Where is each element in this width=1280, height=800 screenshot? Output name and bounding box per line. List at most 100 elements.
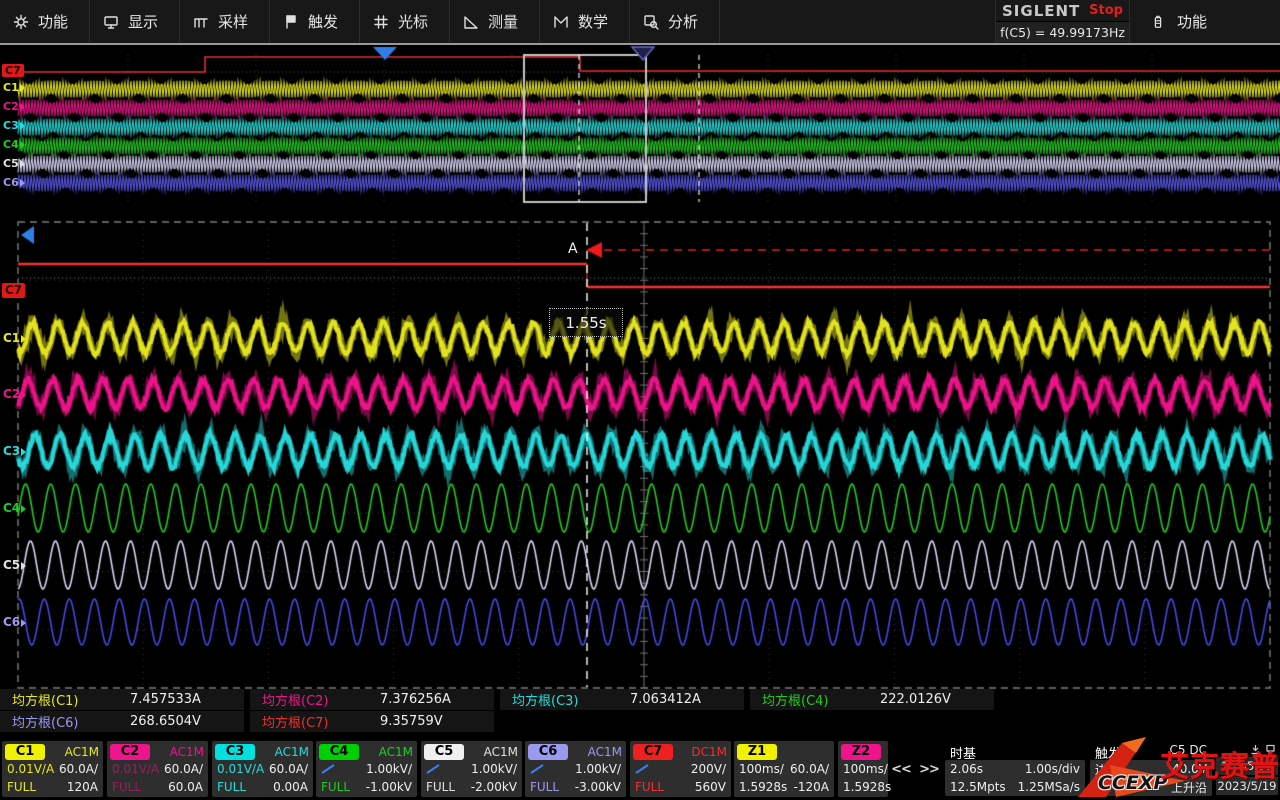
menu-utility[interactable]: 功能: [0, 0, 90, 43]
main-label-c6[interactable]: C6: [3, 615, 26, 630]
measurement-rms-c7[interactable]: 均方根(C7) 9.35759V: [250, 711, 494, 732]
menu-math[interactable]: 数学: [540, 0, 630, 43]
menu-trigger[interactable]: 触发: [270, 0, 360, 43]
coupling-label: AC1M: [275, 745, 309, 759]
offset-arrow-icon: [20, 179, 25, 187]
zoom-offset: -120A: [794, 780, 829, 794]
offset-arrow-icon: [20, 84, 25, 92]
channel-status-c5[interactable]: C5AC1M 1.00kV/ FULL-2.00kV: [421, 741, 522, 797]
measurement-label: 均方根(C6): [0, 712, 130, 731]
cursor-grid-icon: [373, 14, 389, 30]
acquisition-status-box[interactable]: SIGLENT Stop f(C5) = 49.99173Hz: [995, 0, 1130, 43]
menu-measure[interactable]: 测量: [450, 0, 540, 43]
menu-cursor-label: 光标: [398, 11, 428, 32]
main-label-c7[interactable]: C7: [2, 283, 25, 298]
timebase-box[interactable]: 时基 2.06s1.00s/div 12.5Mpts1.25MSa/s: [944, 741, 1086, 797]
clock-date: 2023/5/19: [1216, 777, 1278, 795]
menu-measure-label: 测量: [488, 11, 518, 32]
measurement-rms-c1[interactable]: 均方根(C1) 7.457533A: [0, 689, 244, 710]
measurement-value: 7.376256A: [380, 692, 451, 707]
menu-utility-right[interactable]: 功能: [1129, 0, 1280, 43]
channel-status-c2[interactable]: C2AC1M 0.01V/A60.0A/ FULL60.0A: [107, 741, 208, 797]
trigger-type: 边沿: [1095, 761, 1119, 778]
cursor-a-label: A: [568, 241, 578, 257]
menu-analysis-label: 分析: [668, 11, 698, 32]
measurement-rms-c3[interactable]: 均方根(C3) 7.063412A: [500, 689, 744, 710]
probe-icon: [321, 764, 335, 774]
timebase-delay: 2.06s: [950, 762, 983, 776]
measurement-label: 均方根(C2): [250, 690, 380, 709]
zoom-status-z1[interactable]: Z1 100ms/60.0A/ 1.5928s-120A: [734, 741, 834, 797]
probe-ratio-label: 0.01V/A: [217, 762, 264, 776]
clock-box: 10:05:39 2023/5/19: [1216, 741, 1278, 797]
overview-label-c3[interactable]: C3: [3, 119, 25, 132]
zoom-delay: 1.5928s: [843, 780, 891, 794]
scroll-left-button[interactable]: <<: [889, 741, 913, 797]
offset-value: -2.00kV: [471, 780, 517, 794]
channel-badge: C2: [110, 744, 150, 760]
main-label-c3[interactable]: C3: [3, 444, 26, 459]
overview-label-c5[interactable]: C5: [3, 157, 25, 170]
menu-display[interactable]: 显示: [90, 0, 180, 43]
overview-label-c4[interactable]: C4: [3, 138, 25, 151]
menu-cursor[interactable]: 光标: [360, 0, 450, 43]
probe-icon: [635, 764, 649, 774]
overview-label-c1[interactable]: C1: [3, 81, 25, 94]
main-label-c4[interactable]: C4: [3, 501, 26, 516]
overview-label-c7[interactable]: C7: [2, 64, 24, 77]
channel-status-c4[interactable]: C4AC1M 1.00kV/ FULL-1.00kV: [316, 741, 417, 797]
run-stop-status: Stop: [1089, 3, 1123, 18]
scale-value: 200V/: [691, 762, 726, 776]
measurement-label: 均方根(C3): [500, 690, 630, 709]
offset-value: 0.00A: [273, 780, 308, 794]
measurement-value: 7.457533A: [130, 692, 201, 707]
scroll-right-button[interactable]: >>: [917, 741, 941, 797]
channel-status-c7[interactable]: C7DC1M 200V/ FULL560V: [630, 741, 731, 797]
probe-ratio-label: 0.01V/A: [7, 762, 54, 776]
measurement-rms-c2[interactable]: 均方根(C2) 7.376256A: [250, 689, 494, 710]
menu-analysis[interactable]: 分析: [630, 0, 720, 43]
measurement-label: 均方根(C7): [250, 712, 380, 731]
measurement-value: 268.6504V: [130, 714, 201, 729]
channel-badge: C1: [5, 744, 45, 760]
channel-status-c6[interactable]: C6AC1M 1.00kV/ FULL-3.00kV: [525, 741, 626, 797]
menu-acquire[interactable]: 采样: [180, 0, 270, 43]
measurement-area: 均方根(C1) 7.457533A 均方根(C2) 7.376256A 均方根(…: [0, 689, 1004, 733]
main-label-c2[interactable]: C2: [3, 387, 26, 402]
timebase-scale: 1.00s/div: [1025, 762, 1080, 776]
main-label-c5[interactable]: C5: [3, 558, 26, 573]
channel-status-c1[interactable]: C1AC1M 0.01V/A60.0A/ FULL120A: [2, 741, 103, 797]
main-label-c1[interactable]: C1: [3, 331, 26, 346]
siglent-logo: SIGLENT: [1002, 2, 1080, 20]
offset-arrow-icon: [20, 160, 25, 168]
bandwidth-label: FULL: [426, 780, 455, 794]
overview-label-c2[interactable]: C2: [3, 100, 25, 113]
timebase-title: 时基: [950, 743, 976, 760]
overview-strip[interactable]: [0, 46, 1280, 206]
measurement-rms-c4[interactable]: 均方根(C4) 222.0126V: [750, 689, 994, 710]
scale-value: 1.00kV/: [575, 762, 621, 776]
oscilloscope-screen: 功能 显示 采样 触发 光标 测量 数学 分析: [0, 0, 1280, 800]
zoom-tdiv: 100ms/: [739, 762, 784, 776]
offset-arrow-icon: [20, 103, 25, 111]
channel-badge: C7: [633, 744, 673, 760]
overview-label-c6[interactable]: C6: [3, 176, 25, 189]
channel-status-c3[interactable]: C3AC1M 0.01V/A60.0A/ FULL0.00A: [212, 741, 313, 797]
rising-edge-icon: [1095, 781, 1107, 793]
coupling-label: AC1M: [65, 745, 99, 759]
timebase-points: 12.5Mpts: [950, 780, 1006, 794]
offset-arrow-icon: [21, 335, 26, 343]
trigger-source: C5 DC: [1170, 743, 1207, 760]
zoom-status-z2[interactable]: Z2 100ms/ 1.5928s: [838, 741, 888, 797]
math-icon: [553, 14, 569, 30]
scale-value: 60.0A/: [164, 762, 203, 776]
probe-ratio-label: 0.01V/A: [112, 762, 159, 776]
measurement-rms-c6[interactable]: 均方根(C6) 268.6504V: [0, 711, 244, 732]
menu-display-label: 显示: [128, 11, 158, 32]
bandwidth-label: FULL: [7, 780, 36, 794]
trigger-slope: 上升沿: [1171, 779, 1207, 796]
main-waveform-window[interactable]: [18, 218, 1270, 688]
trigger-box[interactable]: 触发C5 DC 边沿40.0V 上升沿: [1089, 741, 1213, 797]
measurement-value: 7.063412A: [630, 692, 701, 707]
offset-arrow-icon: [20, 122, 25, 130]
